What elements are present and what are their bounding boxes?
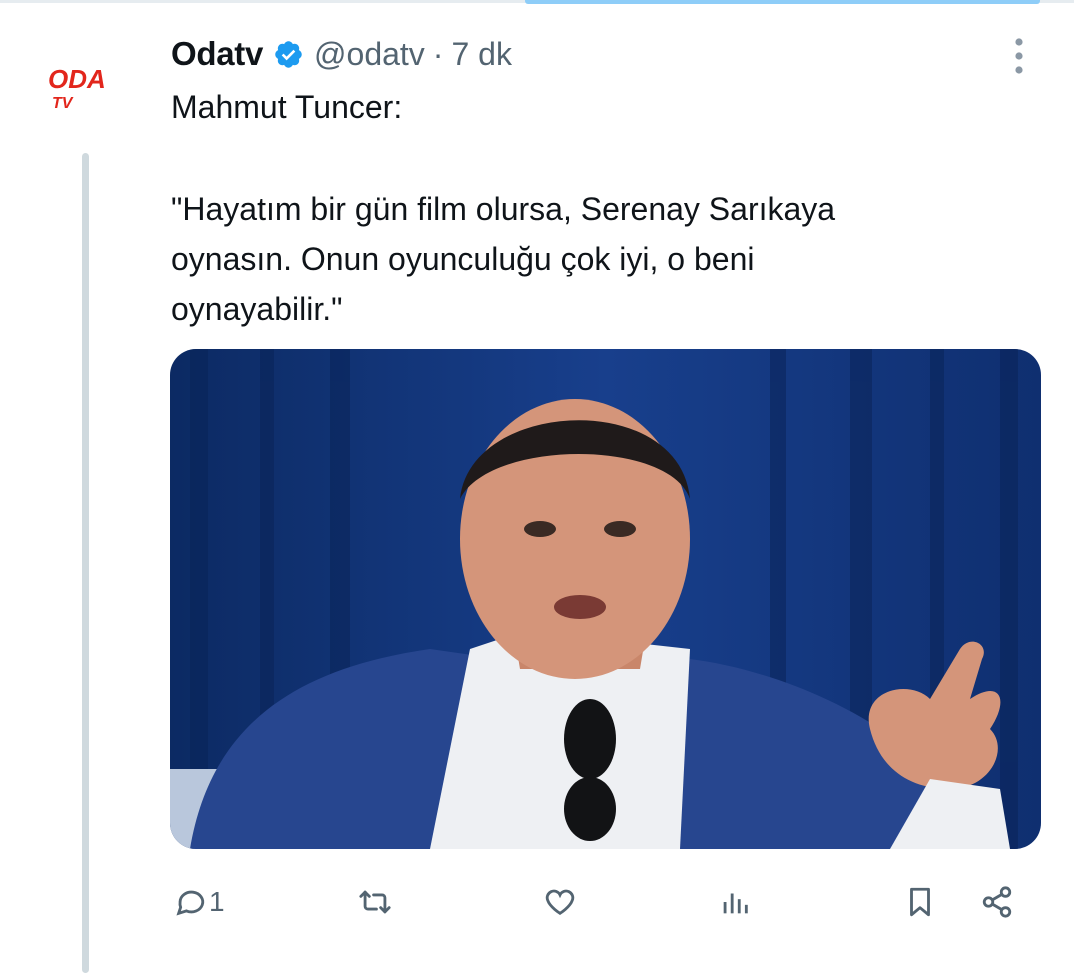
avatar[interactable]: ODA TV [44, 62, 128, 114]
like-icon [545, 889, 575, 916]
reply-button[interactable]: 1 [173, 872, 225, 932]
separator-dot: · [432, 35, 444, 72]
verified-badge-icon [275, 40, 302, 68]
quote-line: "Hayatım bir gün film olursa, Serenay Sa… [171, 191, 836, 227]
views-icon [723, 893, 748, 914]
bookmark-icon [910, 887, 930, 917]
tweet-media-photo[interactable] [170, 349, 1041, 849]
handle[interactable]: @odatv [314, 36, 425, 73]
tweet-actions: 1 [0, 872, 1074, 932]
scroll-indicator [525, 0, 1040, 4]
avatar-logo-text: ODA [48, 64, 106, 94]
reply-count: 1 [209, 886, 225, 917]
views-button[interactable] [718, 872, 752, 932]
reply-icon [176, 890, 205, 916]
retweet-icon [359, 890, 391, 914]
bookmark-button[interactable] [903, 872, 937, 932]
tweet-text-line: Mahmut Tuncer: [171, 89, 403, 125]
timestamp[interactable]: 7 dk [451, 36, 511, 73]
like-button[interactable] [543, 872, 577, 932]
share-button[interactable] [980, 872, 1014, 932]
tweet-quote: "Hayatım bir gün film olursa, Serenay Sa… [171, 184, 835, 334]
retweet-button[interactable] [358, 872, 392, 932]
tweet-header: Odatv @odatv · 7 dk [171, 30, 512, 78]
share-icon [982, 886, 1012, 918]
thread-line [82, 153, 89, 973]
display-name[interactable]: Odatv [171, 35, 263, 73]
more-options-icon[interactable] [1002, 36, 1036, 76]
quote-line: oynayabilir." [171, 291, 343, 327]
quote-line: oynasın. Onun oyunculuğu çok iyi, o beni [171, 241, 755, 277]
avatar-logo-subtext: TV [52, 95, 74, 112]
